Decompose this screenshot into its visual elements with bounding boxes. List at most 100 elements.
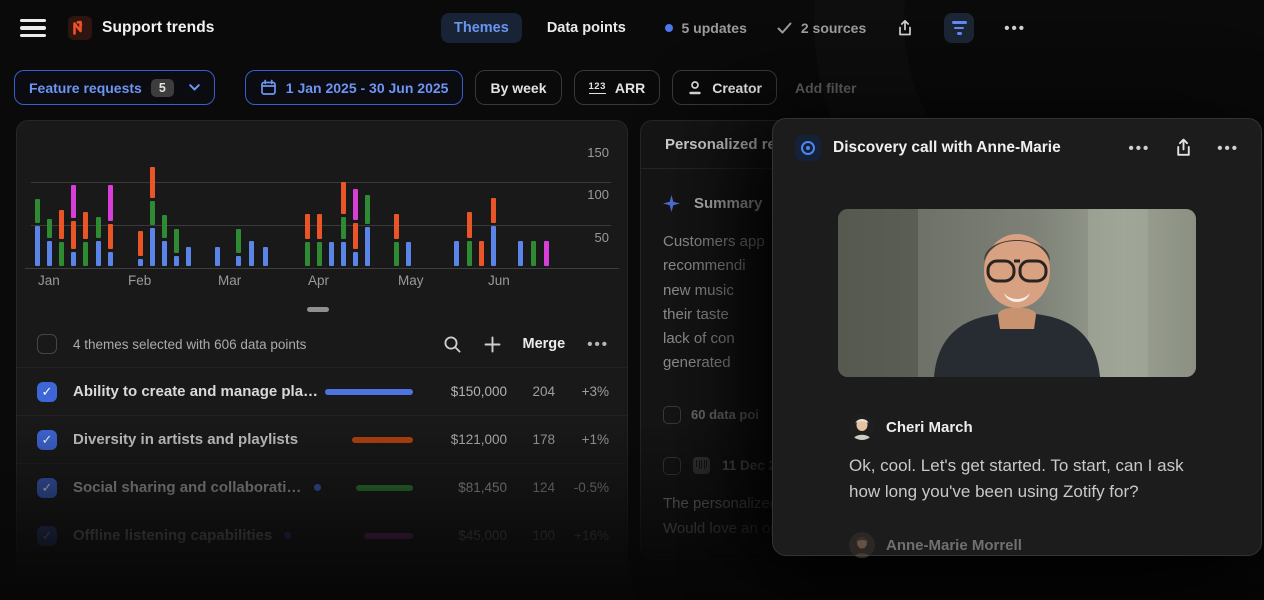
data-points-checkbox[interactable]	[663, 405, 681, 424]
bar-segment-blue[interactable]	[236, 255, 241, 266]
chart-bar-column[interactable]	[71, 131, 76, 267]
chart-bar-column[interactable]	[174, 131, 179, 267]
theme-checkbox[interactable]	[37, 525, 57, 546]
bar-segment-magenta[interactable]	[71, 185, 76, 218]
updates-chip[interactable]: 5 updates	[664, 20, 747, 36]
chart-bar-column[interactable]	[479, 131, 484, 267]
chart-bar-column[interactable]	[162, 131, 167, 267]
bar-segment-orange[interactable]	[317, 213, 322, 240]
bar-segment-magenta[interactable]	[353, 189, 358, 221]
select-all-checkbox[interactable]	[37, 334, 57, 354]
bar-segment-blue[interactable]	[138, 259, 143, 266]
bar-segment-green[interactable]	[47, 218, 52, 238]
bar-segment-blue[interactable]	[365, 226, 370, 266]
chart-bar-column[interactable]	[47, 131, 52, 267]
bar-segment-green[interactable]	[341, 217, 346, 240]
bar-segment-orange[interactable]	[353, 223, 358, 249]
bar-segment-blue[interactable]	[162, 240, 167, 266]
chart-bar-column[interactable]	[454, 131, 459, 267]
bar-segment-orange[interactable]	[341, 181, 346, 215]
chart-bar-column[interactable]	[236, 131, 241, 267]
chart-bar-column[interactable]	[341, 131, 346, 267]
bar-segment-green[interactable]	[305, 242, 310, 266]
bar-segment-green[interactable]	[394, 242, 399, 266]
bar-segment-magenta[interactable]	[108, 185, 113, 221]
chart-bar-column[interactable]	[544, 131, 549, 267]
bar-segment-blue[interactable]	[353, 251, 358, 266]
bar-segment-orange[interactable]	[305, 213, 310, 240]
merge-button[interactable]: Merge	[523, 336, 566, 352]
date-range-picker[interactable]: 1 Jan 2025 - 30 Jun 2025	[244, 70, 464, 105]
bar-segment-blue[interactable]	[329, 242, 334, 266]
chart-bar-column[interactable]	[263, 131, 268, 267]
chart-bar-column[interactable]	[215, 131, 220, 267]
bar-segment-blue[interactable]	[47, 240, 52, 266]
sources-chip[interactable]: 2 sources	[777, 20, 866, 36]
arr-button[interactable]: 123 ARR	[573, 70, 661, 105]
bar-segment-green[interactable]	[531, 241, 536, 266]
theme-checkbox[interactable]	[37, 477, 57, 498]
chart-bar-column[interactable]	[491, 131, 496, 267]
chart-bar-column[interactable]	[531, 131, 536, 267]
bar-segment-blue[interactable]	[341, 242, 346, 266]
bar-segment-blue[interactable]	[249, 240, 254, 266]
more-icon[interactable]	[1004, 20, 1026, 37]
call-share-icon[interactable]	[1174, 138, 1193, 158]
bar-segment-blue[interactable]	[174, 255, 179, 266]
filter-icon[interactable]	[944, 13, 975, 43]
bar-segment-green[interactable]	[467, 241, 472, 266]
chart-bar-column[interactable]	[59, 131, 64, 267]
bar-segment-orange[interactable]	[83, 212, 88, 240]
chart-bar-column[interactable]	[353, 131, 358, 267]
chart-bar-column[interactable]	[83, 131, 88, 267]
tab-themes[interactable]: Themes	[441, 13, 522, 43]
bar-segment-green[interactable]	[317, 242, 322, 266]
chart-bar-column[interactable]	[150, 131, 155, 267]
creator-button[interactable]: Creator	[672, 70, 777, 105]
share-icon[interactable]	[896, 19, 914, 38]
add-filter-button[interactable]: Add filter	[795, 80, 856, 96]
bar-segment-orange[interactable]	[59, 210, 64, 240]
bar-segment-green[interactable]	[150, 200, 155, 225]
bar-segment-orange[interactable]	[394, 213, 399, 240]
menu-icon[interactable]	[20, 19, 46, 37]
tab-data-points[interactable]: Data points	[534, 13, 639, 43]
bar-segment-blue[interactable]	[71, 252, 76, 266]
bar-segment-orange[interactable]	[491, 198, 496, 224]
bar-segment-blue[interactable]	[263, 247, 268, 266]
chart-bar-column[interactable]	[35, 131, 40, 267]
bar-segment-blue[interactable]	[35, 226, 40, 266]
chart-bar-column[interactable]	[186, 131, 191, 267]
bar-segment-orange[interactable]	[108, 223, 113, 250]
bar-segment-orange[interactable]	[467, 212, 472, 239]
chart-bar-column[interactable]	[365, 131, 370, 267]
bar-segment-green[interactable]	[96, 217, 101, 238]
chart-bar-column[interactable]	[518, 131, 523, 267]
bar-segment-blue[interactable]	[491, 226, 496, 266]
add-theme-icon[interactable]	[484, 336, 501, 353]
bar-segment-green[interactable]	[59, 242, 64, 266]
theme-checkbox[interactable]	[37, 429, 57, 450]
resize-handle[interactable]	[307, 307, 329, 312]
bar-segment-green[interactable]	[174, 229, 179, 253]
bar-segment-blue[interactable]	[186, 247, 191, 266]
chart-bar-column[interactable]	[406, 131, 411, 267]
bar-segment-green[interactable]	[83, 242, 88, 266]
chart-bar-column[interactable]	[108, 131, 113, 267]
bar-segment-orange[interactable]	[479, 241, 484, 266]
bar-segment-blue[interactable]	[406, 242, 411, 266]
chart-bar-column[interactable]	[249, 131, 254, 267]
chart-bar-column[interactable]	[329, 131, 334, 267]
chart-bar-column[interactable]	[394, 131, 399, 267]
bar-segment-green[interactable]	[35, 199, 40, 224]
call-more-icon-2[interactable]	[1217, 140, 1239, 157]
bar-segment-orange[interactable]	[71, 220, 76, 250]
chart-bar-column[interactable]	[467, 131, 472, 267]
source-checkbox[interactable]	[663, 456, 681, 475]
bar-segment-blue[interactable]	[150, 227, 155, 266]
bar-segment-green[interactable]	[365, 195, 370, 224]
bar-segment-blue[interactable]	[96, 240, 101, 266]
bar-segment-magenta[interactable]	[544, 241, 549, 266]
theme-row[interactable]: Diversity in artists and playlists $121,0…	[17, 415, 627, 463]
video-thumbnail[interactable]	[838, 209, 1196, 377]
